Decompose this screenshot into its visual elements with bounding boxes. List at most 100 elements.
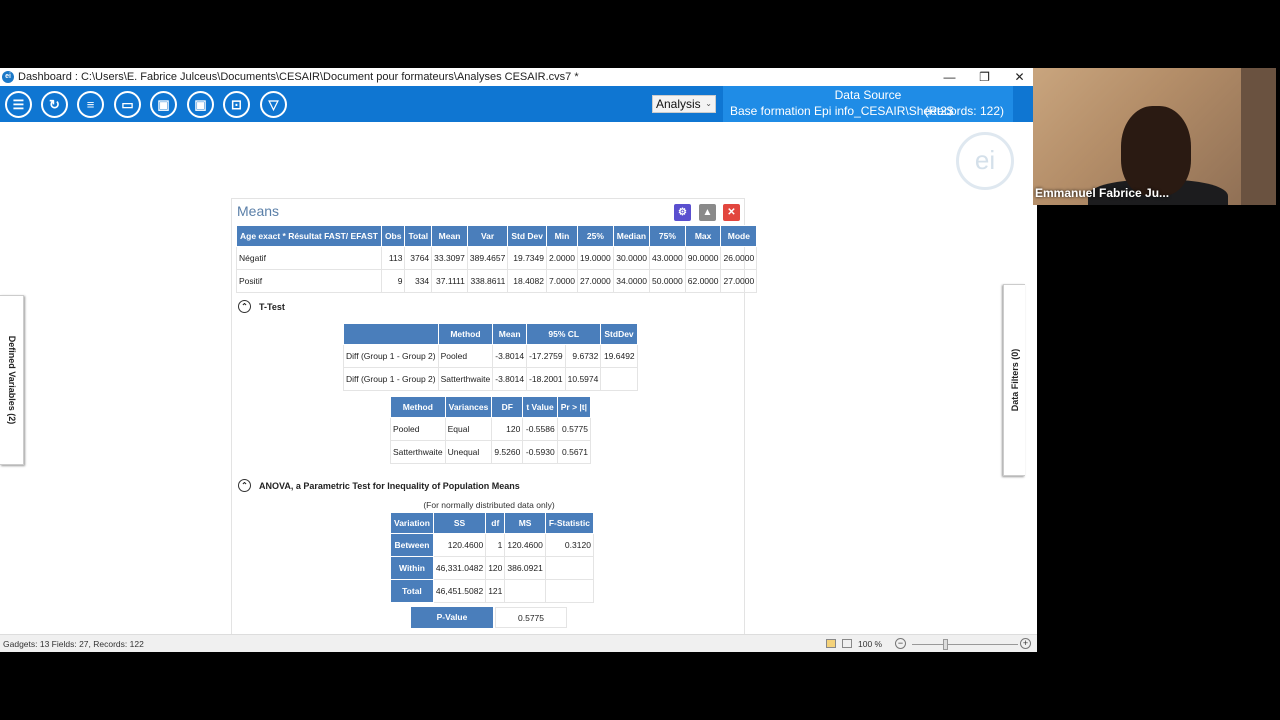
table-cell: 33.3097 [431, 246, 468, 270]
table-cell: Unequal [444, 440, 493, 464]
table-cell: 1 [485, 533, 506, 557]
folder-open-icon[interactable]: ▭ [114, 91, 141, 118]
close-button[interactable]: ✕ [1002, 70, 1037, 84]
table-cell: -17.2759 [526, 344, 566, 368]
ttest-col-header [343, 323, 439, 345]
ttest-col-header: Pr > |t| [556, 396, 592, 418]
means-col-header: 25% [577, 225, 614, 247]
anova-row-header: Within [390, 556, 434, 580]
table-cell: 0.3120 [544, 533, 594, 557]
minimize-button[interactable]: — [932, 70, 967, 84]
page-view-icon[interactable] [826, 639, 836, 648]
participant-head [1121, 106, 1191, 196]
zoom-slider[interactable] [912, 644, 1018, 645]
table-cell: 121 [485, 579, 506, 603]
table-cell: 120.4600 [432, 533, 487, 557]
means-col-header: Mean [431, 225, 468, 247]
filter-icon[interactable]: ▽ [260, 91, 287, 118]
table-cell: 9.6732 [564, 344, 602, 368]
table-row: Total 46,451.5082 121 [390, 579, 594, 603]
analysis-dropdown[interactable]: Analysis ⌄ [652, 95, 716, 113]
zoom-out-icon[interactable]: − [895, 638, 906, 649]
table-cell: 37.1111 [431, 269, 468, 293]
means-col-header: Age exact * Résultat FAST/ EFAST [236, 225, 382, 247]
table-cell: 120.4600 [504, 533, 546, 557]
anova-col-header: F-Statistic [544, 512, 594, 534]
table-cell: -3.8014 [492, 344, 528, 368]
table-cell: 30.0000 [612, 246, 651, 270]
table-row: Négatif 113 3764 33.3097 389.4657 19.734… [236, 246, 758, 270]
table-cell: 10.5974 [564, 367, 602, 391]
table-cell: -0.5930 [522, 440, 558, 464]
data-filters-label: Data Filters (0) [1009, 348, 1020, 412]
anova-col-header: Variation [390, 512, 434, 534]
data-filters-tab[interactable]: Data Filters (0) [1003, 284, 1025, 476]
status-counts: Gadgets: 13 Fields: 27, Records: 122 [3, 639, 144, 649]
table-cell: 90.0000 [684, 246, 722, 270]
collapse-circle-icon[interactable]: ⌃ [238, 300, 251, 313]
table-cell: 19.6492 [600, 344, 638, 368]
ttest-col-header: StdDev [600, 323, 638, 345]
anova-col-header: MS [504, 512, 546, 534]
anova-section-header[interactable]: ⌃ ANOVA, a Parametric Test for Inequalit… [238, 479, 520, 492]
ttest-col-header: Variances [444, 396, 493, 418]
data-source-panel[interactable]: Data Source Base formation Epi info_CESA… [723, 86, 1013, 122]
table-cell [600, 367, 638, 391]
table-cell: 50.0000 [649, 269, 686, 293]
list-icon[interactable]: ☰ [5, 91, 32, 118]
table-cell: 19.0000 [577, 246, 614, 270]
ttest-col-header: t Value [522, 396, 558, 418]
means-col-header: Mode [720, 225, 758, 247]
table-cell: Satterthwaite [390, 440, 446, 464]
table-cell: 34.0000 [612, 269, 651, 293]
table-cell: 7.0000 [546, 269, 578, 293]
table-cell: 120 [491, 417, 524, 441]
anova-row-header: Between [390, 533, 434, 557]
table-cell: 46,451.5082 [432, 579, 487, 603]
table-cell: Diff (Group 1 - Group 2) [343, 367, 439, 391]
means-table: Age exact * Résultat FAST/ EFAST Obs Tot… [236, 225, 758, 293]
refresh-icon[interactable]: ↻ [41, 91, 68, 118]
table-cell: 18.4082 [507, 269, 547, 293]
database-icon[interactable]: ≡ [77, 91, 104, 118]
ttest-col-header: Method [390, 396, 446, 418]
table-cell: 389.4657 [466, 246, 509, 270]
close-gadget-icon[interactable]: ✕ [723, 204, 740, 221]
anova-table: Variation SS df MS F-Statistic Between 1… [390, 512, 594, 603]
participant-name: Emmanuel Fabrice Ju... [1035, 186, 1170, 200]
data-source-records: (Records: 122) [924, 104, 1004, 118]
table-cell: 0.5775 [556, 417, 592, 441]
table-cell: 62.0000 [684, 269, 722, 293]
zoom-slider-thumb[interactable] [943, 639, 948, 650]
table-cell: Equal [444, 417, 493, 441]
pvalue-label: P-Value [411, 607, 493, 628]
ttest-pvalue-header-row: Method Variances DF t Value Pr > |t| [390, 396, 592, 418]
defined-variables-tab[interactable]: Defined Variables (2) [0, 295, 24, 465]
save-icon[interactable]: ▣ [150, 91, 177, 118]
table-cell [544, 579, 594, 603]
app-logo-icon: ei [2, 71, 14, 83]
table-cell: Pooled [390, 417, 446, 441]
zoom-in-icon[interactable]: + [1020, 638, 1031, 649]
save-as-icon[interactable]: ▣ [187, 91, 214, 118]
means-col-header: Max [684, 225, 722, 247]
export-icon[interactable]: ⊡ [223, 91, 250, 118]
collapse-circle-icon[interactable]: ⌃ [238, 479, 251, 492]
chevron-down-icon: ⌄ [705, 99, 712, 108]
ttest-section-label: T-Test [259, 301, 285, 312]
background-door [1241, 68, 1276, 205]
restore-button[interactable]: ❐ [967, 70, 1002, 84]
gear-icon[interactable]: ⚙ [674, 204, 691, 221]
collapse-icon[interactable]: ▲ [699, 204, 716, 221]
table-cell: Diff (Group 1 - Group 2) [343, 344, 439, 368]
means-col-header: Obs [380, 225, 406, 247]
grid-view-icon[interactable] [842, 639, 852, 648]
ttest-ci-table: Method Mean 95% CL StdDev Diff (Group 1 … [343, 323, 638, 391]
table-cell: 27.0000 [720, 269, 758, 293]
ttest-col-header: DF [491, 396, 524, 418]
table-cell: 2.0000 [546, 246, 578, 270]
table-cell: 27.0000 [577, 269, 614, 293]
table-cell: Négatif [236, 246, 382, 270]
ttest-ci-header-row: Method Mean 95% CL StdDev [343, 323, 638, 345]
ttest-section-header[interactable]: ⌃ T-Test [238, 300, 285, 313]
